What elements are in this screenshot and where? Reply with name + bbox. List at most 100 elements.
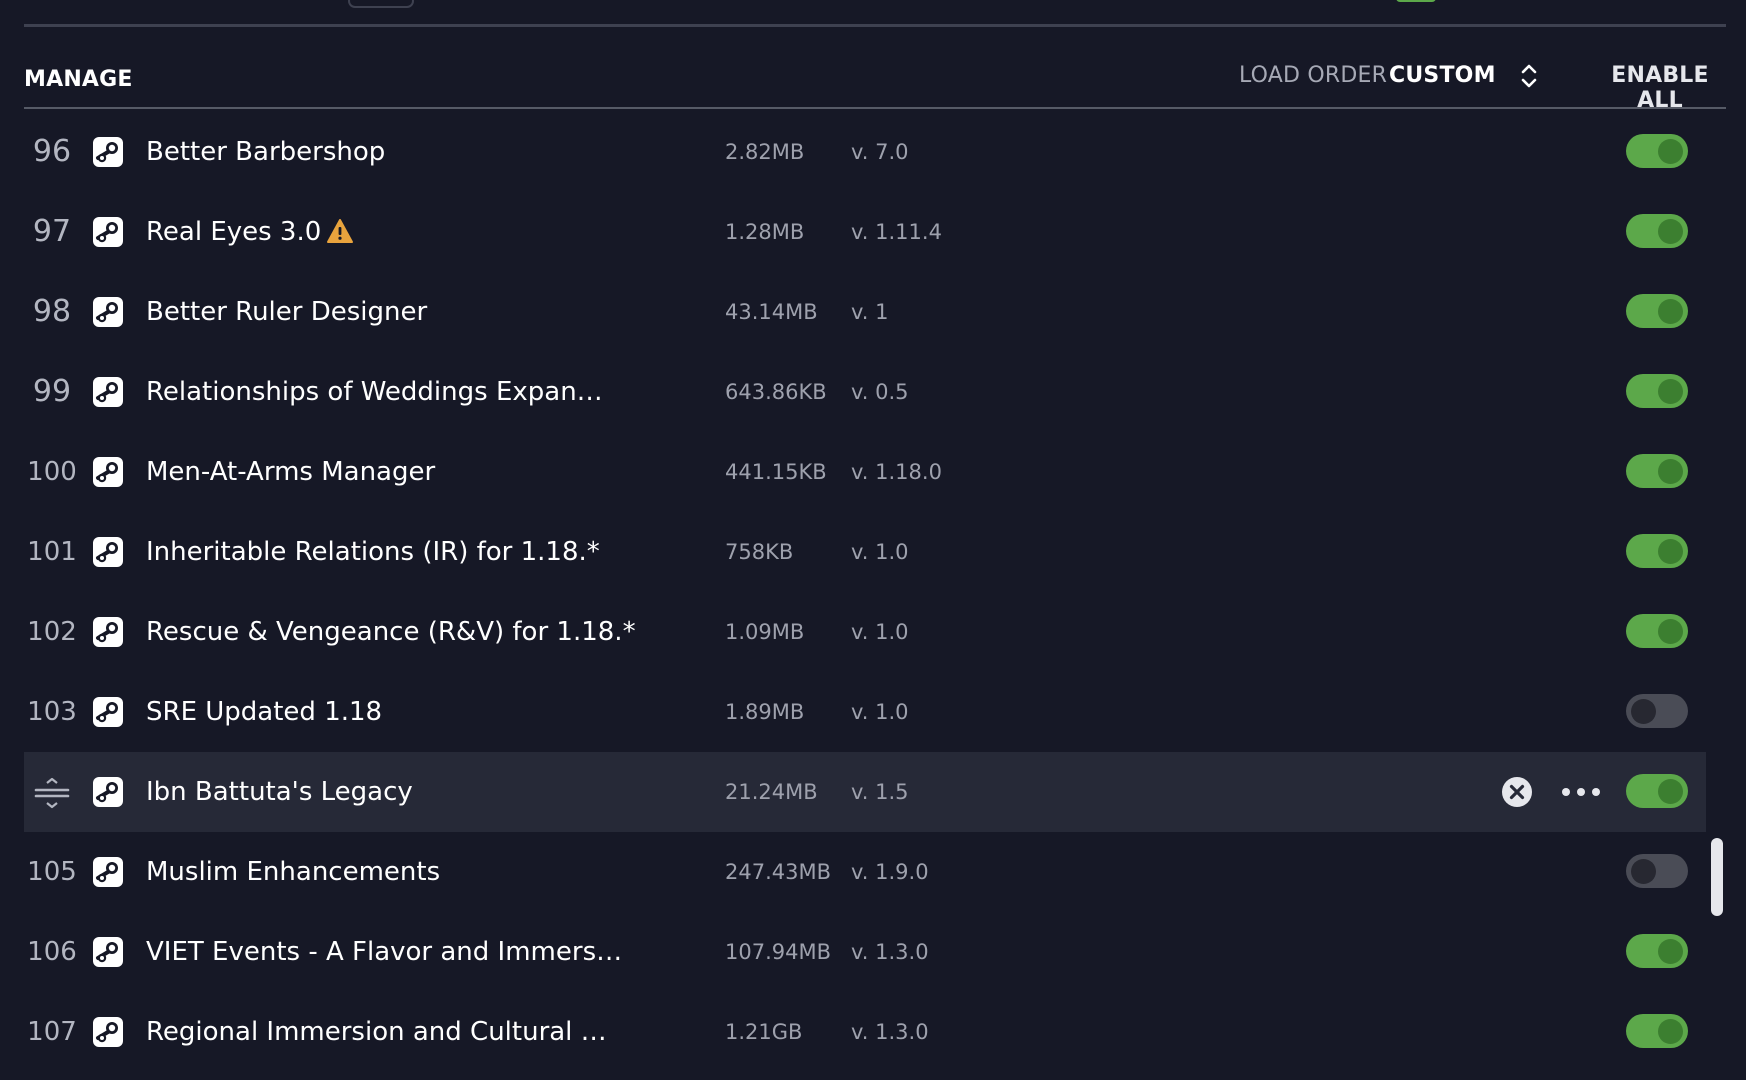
load-order-number: 102 bbox=[27, 617, 77, 647]
mod-enabled-toggle[interactable] bbox=[1626, 854, 1688, 888]
mod-enabled-toggle[interactable] bbox=[1626, 374, 1688, 408]
toggle-knob bbox=[1658, 379, 1683, 404]
mod-version: v. 1.9.0 bbox=[851, 860, 929, 884]
toggle-knob bbox=[1658, 459, 1683, 484]
mod-version: v. 7.0 bbox=[851, 140, 909, 164]
mod-enabled-toggle[interactable] bbox=[1626, 294, 1688, 328]
mod-row[interactable]: 102 Rescue & Vengeance (R&V) for 1.18.* 1.… bbox=[24, 592, 1706, 672]
load-order-label: LOAD ORDER bbox=[1239, 63, 1388, 88]
mod-row[interactable]: 107 Regional Immersion and Cultural … 1.21… bbox=[24, 992, 1706, 1072]
mod-size: 43.14MB bbox=[725, 300, 818, 324]
load-order-number: 99 bbox=[32, 374, 72, 409]
steam-icon bbox=[93, 537, 123, 567]
manage-header: MANAGE LOAD ORDER CUSTOM ENABLE ALL bbox=[24, 55, 1726, 113]
mod-enabled-toggle[interactable] bbox=[1626, 134, 1688, 168]
mod-size: 643.86KB bbox=[725, 380, 827, 404]
mod-row[interactable]: 101 Inheritable Relations (IR) for 1.18.*… bbox=[24, 512, 1706, 592]
mod-enabled-toggle[interactable] bbox=[1626, 534, 1688, 568]
mod-enabled-toggle[interactable] bbox=[1626, 614, 1688, 648]
mod-name[interactable]: Rescue & Vengeance (R&V) for 1.18.* bbox=[146, 592, 636, 672]
mod-version: v. 1.0 bbox=[851, 700, 909, 724]
load-order-number: 105 bbox=[27, 857, 77, 887]
close-circle-icon[interactable] bbox=[1501, 776, 1533, 808]
mod-version: v. 1.5 bbox=[851, 780, 909, 804]
load-order-number: 100 bbox=[27, 457, 77, 487]
mod-enabled-toggle[interactable] bbox=[1626, 694, 1688, 728]
enable-all-button[interactable]: ENABLE ALL bbox=[1594, 63, 1726, 113]
mod-name[interactable]: Ibn Battuta's Legacy bbox=[146, 752, 413, 832]
steam-icon bbox=[93, 457, 123, 487]
steam-icon bbox=[93, 217, 123, 247]
mod-name[interactable]: SRE Updated 1.18 bbox=[146, 672, 382, 752]
steam-icon bbox=[93, 857, 123, 887]
steam-icon bbox=[93, 137, 123, 167]
load-order-number: 101 bbox=[27, 537, 77, 567]
drag-handle-icon[interactable] bbox=[33, 777, 71, 809]
mod-name[interactable]: Men-At-Arms Manager bbox=[146, 432, 435, 512]
steam-icon bbox=[93, 377, 123, 407]
steam-icon bbox=[93, 1017, 123, 1047]
warning-icon bbox=[327, 219, 353, 243]
toggle-knob bbox=[1658, 219, 1683, 244]
load-order-number: 98 bbox=[32, 294, 72, 329]
mod-version: v. 1.3.0 bbox=[851, 1020, 929, 1044]
mod-row[interactable]: 103 SRE Updated 1.18 1.89MB v. 1.0 bbox=[24, 672, 1706, 752]
toggle-knob bbox=[1658, 939, 1683, 964]
mod-manager-page: MANAGE LOAD ORDER CUSTOM ENABLE ALL 96 Be… bbox=[0, 0, 1746, 1080]
mod-size: 107.94MB bbox=[725, 940, 832, 964]
sort-up-down-icon[interactable] bbox=[1518, 61, 1540, 91]
mod-enabled-toggle[interactable] bbox=[1626, 934, 1688, 968]
mod-size: 1.09MB bbox=[725, 620, 805, 644]
mod-row[interactable]: 98 Better Ruler Designer 43.14MB v. 1 bbox=[24, 272, 1706, 352]
top-divider bbox=[24, 24, 1726, 27]
toggle-knob bbox=[1658, 299, 1683, 324]
mod-list: 96 Better Barbershop 2.82MB v. 7.0 97 Real Ey… bbox=[24, 112, 1706, 1072]
mod-row[interactable]: 105 Muslim Enhancements 247.43MB v. 1.9.0 bbox=[24, 832, 1706, 912]
mod-row[interactable]: 96 Better Barbershop 2.82MB v. 7.0 bbox=[24, 112, 1706, 192]
mod-size: 758KB bbox=[725, 540, 794, 564]
mod-name[interactable]: VIET Events - A Flavor and Immers… bbox=[146, 912, 622, 992]
mod-name[interactable]: Better Barbershop bbox=[146, 112, 385, 192]
mod-version: v. 1.0 bbox=[851, 540, 909, 564]
mod-version: v. 1.0 bbox=[851, 620, 909, 644]
mod-row[interactable]: 100 Men-At-Arms Manager 441.15KB v. 1.18.0 bbox=[24, 432, 1706, 512]
steam-icon bbox=[93, 937, 123, 967]
mod-name[interactable]: Better Ruler Designer bbox=[146, 272, 427, 352]
mod-size: 1.21GB bbox=[725, 1020, 803, 1044]
top-partial-control[interactable] bbox=[348, 0, 414, 8]
load-order-sort-value[interactable]: CUSTOM bbox=[1389, 63, 1496, 88]
mod-enabled-toggle[interactable] bbox=[1626, 774, 1688, 808]
mod-enabled-toggle[interactable] bbox=[1626, 1014, 1688, 1048]
mod-size: 1.89MB bbox=[725, 700, 805, 724]
mod-name[interactable]: Muslim Enhancements bbox=[146, 832, 440, 912]
more-horizontal-icon[interactable] bbox=[1559, 784, 1603, 800]
mod-enabled-toggle[interactable] bbox=[1626, 214, 1688, 248]
mod-size: 21.24MB bbox=[725, 780, 818, 804]
load-order-number: 97 bbox=[32, 214, 72, 249]
load-order-number: 96 bbox=[32, 134, 72, 169]
mod-name[interactable]: Real Eyes 3.0 bbox=[146, 192, 321, 272]
toggle-knob bbox=[1631, 699, 1656, 724]
mod-version: v. 1.11.4 bbox=[851, 220, 942, 244]
mod-name[interactable]: Inheritable Relations (IR) for 1.18.* bbox=[146, 512, 600, 592]
steam-icon bbox=[93, 297, 123, 327]
mod-row[interactable]: 97 Real Eyes 3.0 1.28MB v. 1.11.4 bbox=[24, 192, 1706, 272]
load-order-number: 103 bbox=[27, 697, 77, 727]
scrollbar-thumb[interactable] bbox=[1711, 838, 1723, 916]
toggle-knob bbox=[1658, 539, 1683, 564]
mod-version: v. 1 bbox=[851, 300, 889, 324]
mod-version: v. 1.3.0 bbox=[851, 940, 929, 964]
mod-enabled-toggle[interactable] bbox=[1626, 454, 1688, 488]
mod-name[interactable]: Relationships of Weddings Expan… bbox=[146, 352, 603, 432]
mod-size: 441.15KB bbox=[725, 460, 827, 484]
load-order-number: 106 bbox=[27, 937, 77, 967]
steam-icon bbox=[93, 617, 123, 647]
mod-row[interactable]: 106 VIET Events - A Flavor and Immers… 107… bbox=[24, 912, 1706, 992]
load-order-number: 107 bbox=[27, 1017, 77, 1047]
mod-size: 1.28MB bbox=[725, 220, 805, 244]
mod-row[interactable]: Ibn Battuta's Legacy 21.24MB v. 1.5 bbox=[24, 752, 1706, 832]
top-partial-toggle[interactable] bbox=[1396, 0, 1436, 2]
mod-name[interactable]: Regional Immersion and Cultural … bbox=[146, 992, 607, 1072]
mod-row[interactable]: 99 Relationships of Weddings Expan… 643.86… bbox=[24, 352, 1706, 432]
toggle-knob bbox=[1658, 779, 1683, 804]
